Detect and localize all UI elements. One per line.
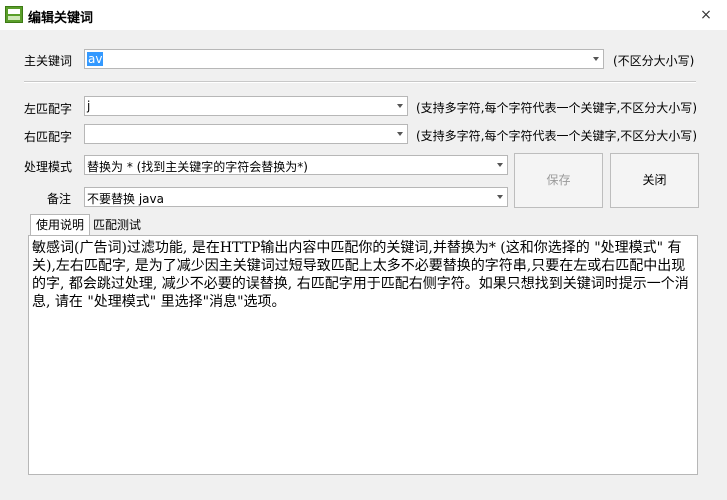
note-value: 不要替换 java bbox=[87, 192, 164, 206]
main-keyword-hint: (不区分大小写) bbox=[613, 54, 695, 68]
left-match-value: j bbox=[87, 99, 91, 113]
note-combo[interactable]: 不要替换 java bbox=[84, 187, 508, 207]
close-button[interactable]: 关闭 bbox=[610, 153, 699, 208]
tab-usage[interactable]: 使用说明 bbox=[30, 214, 91, 236]
note-label: 备注 bbox=[47, 192, 72, 206]
window-title: 编辑关键词 bbox=[28, 11, 94, 26]
main-keyword-label: 主关键词 bbox=[24, 54, 73, 68]
mode-value: 替换为 * (找到主关键字的字符会替换为*) bbox=[87, 160, 308, 174]
right-match-label: 右匹配字 bbox=[24, 130, 73, 144]
title-bar: 编辑关键词 × bbox=[0, 0, 727, 30]
right-match-combo[interactable] bbox=[84, 124, 408, 144]
main-keyword-combo[interactable]: av bbox=[84, 49, 604, 69]
left-match-combo[interactable]: j bbox=[84, 96, 408, 116]
left-match-label: 左匹配字 bbox=[24, 102, 73, 116]
help-textarea[interactable]: 敏感词(广告词)过滤功能, 是在HTTP输出内容中匹配你的关键词,并替换为* (… bbox=[28, 235, 698, 475]
chevron-down-icon[interactable] bbox=[397, 132, 403, 136]
left-match-hint: (支持多字符,每个字符代表一个关键字,不区分大小写) bbox=[416, 101, 697, 115]
chevron-down-icon[interactable] bbox=[593, 57, 599, 61]
tab-match-test[interactable]: 匹配测试 bbox=[88, 215, 146, 235]
separator bbox=[24, 81, 696, 83]
chevron-down-icon[interactable] bbox=[497, 195, 503, 199]
mode-combo[interactable]: 替换为 * (找到主关键字的字符会替换为*) bbox=[84, 155, 508, 175]
right-match-hint: (支持多字符,每个字符代表一个关键字,不区分大小写) bbox=[416, 129, 697, 143]
app-logo-icon bbox=[5, 6, 23, 23]
close-window-icon[interactable]: × bbox=[696, 6, 716, 24]
save-button[interactable]: 保存 bbox=[514, 153, 603, 208]
main-keyword-value: av bbox=[87, 52, 104, 66]
mode-label: 处理模式 bbox=[24, 160, 73, 174]
chevron-down-icon[interactable] bbox=[397, 104, 403, 108]
chevron-down-icon[interactable] bbox=[497, 163, 503, 167]
